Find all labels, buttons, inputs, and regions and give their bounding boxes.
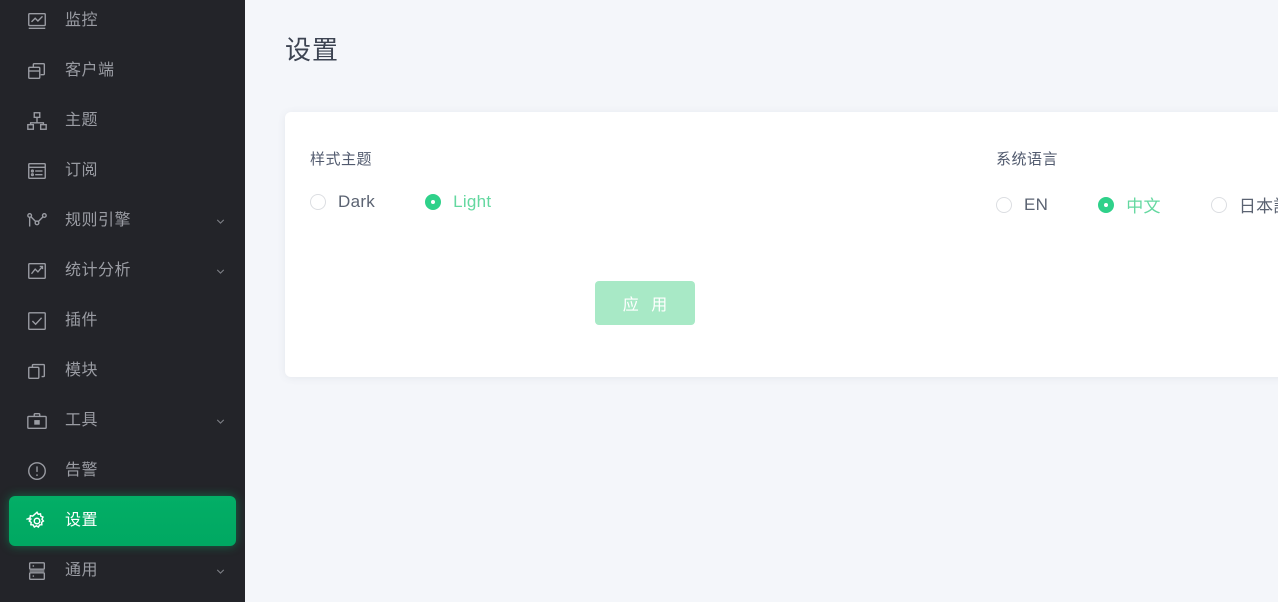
sidebar-item-1[interactable]: 监控 <box>0 0 245 46</box>
rule-engine-icon <box>26 210 48 232</box>
sidebar-item-12[interactable]: 通用 <box>0 546 245 596</box>
theme-radio-light[interactable]: Light <box>425 192 491 212</box>
main-content: 设置 样式主题 Dark Light 系统语言 EN 中文 日本語 应 用 <box>245 0 1278 602</box>
theme-radio-label: Dark <box>338 192 376 211</box>
theme-radio-label: Light <box>453 192 492 211</box>
radio-indicator-icon[interactable] <box>1098 196 1115 213</box>
sidebar-item-2[interactable]: 客户端 <box>0 46 245 96</box>
radio-indicator-icon[interactable] <box>425 194 442 210</box>
sidebar-item-3[interactable]: 主题 <box>0 96 245 146</box>
monitor-icon <box>26 10 48 32</box>
language-radio-label: 中文 <box>1126 197 1161 216</box>
subscription-icon <box>26 160 48 182</box>
plugins-icon <box>26 310 48 332</box>
sidebar-item-label: 客户端 <box>65 62 115 79</box>
apply-button[interactable]: 应 用 <box>595 281 695 325</box>
sidebar-item-label: 统计分析 <box>65 262 132 279</box>
language-radio-label: EN <box>1024 194 1049 214</box>
chevron-down-icon[interactable] <box>213 414 227 428</box>
topics-icon <box>26 110 48 132</box>
sidebar-item-9[interactable]: 工具 <box>0 396 245 446</box>
settings-row: 样式主题 Dark Light 系统语言 EN 中文 日本語 <box>285 112 1278 217</box>
settings-card: 样式主题 Dark Light 系统语言 EN 中文 日本語 应 用 <box>285 112 1278 377</box>
language-setting-group: 系统语言 EN 中文 日本語 <box>996 148 1278 217</box>
sidebar-item-label: 设置 <box>65 512 99 529</box>
sidebar-item-label: 监控 <box>65 12 99 29</box>
gear-icon <box>26 510 48 532</box>
language-radio-ja[interactable]: 日本語 <box>1210 192 1278 217</box>
sidebar-item-7[interactable]: 插件 <box>0 296 245 346</box>
language-label: 系统语言 <box>996 151 1059 168</box>
sidebar-item-4[interactable]: 订阅 <box>0 146 245 196</box>
analytics-icon <box>26 260 48 282</box>
language-radio-en[interactable]: EN <box>996 195 1048 215</box>
sidebar-item-label: 模块 <box>65 362 99 379</box>
theme-setting-group: 样式主题 Dark Light <box>310 148 996 217</box>
sidebar-item-5[interactable]: 规则引擎 <box>0 196 245 246</box>
app-root: 监控 客户端 主题 订阅 规则引擎 统计分析 插件 模块 工具 告警 设置 通用 设置 样式主题 Da… <box>0 0 1278 602</box>
sidebar-item-label: 通用 <box>65 562 99 579</box>
language-radio-group[interactable]: EN 中文 日本語 <box>996 192 1278 217</box>
alert-icon <box>26 460 48 482</box>
radio-indicator-icon[interactable] <box>1210 196 1227 213</box>
theme-label: 样式主题 <box>310 151 373 168</box>
sidebar-item-label: 主题 <box>65 112 99 129</box>
sidebar: 监控客户端主题订阅规则引擎统计分析插件模块工具告警设置通用 <box>0 0 245 602</box>
chevron-down-icon[interactable] <box>213 214 227 228</box>
page-title: 设置 <box>285 35 340 65</box>
sidebar-item-6[interactable]: 统计分析 <box>0 246 245 296</box>
sidebar-item-label: 告警 <box>65 462 99 479</box>
general-icon <box>26 560 48 582</box>
theme-radio-group[interactable]: Dark Light <box>310 192 996 212</box>
sidebar-item-label: 规则引擎 <box>65 212 132 229</box>
modules-icon <box>26 360 48 382</box>
sidebar-item-label: 工具 <box>65 412 99 429</box>
language-radio-label: 日本語 <box>1238 197 1278 216</box>
sidebar-item-label: 订阅 <box>65 162 99 179</box>
clients-icon <box>26 60 48 82</box>
radio-indicator-icon[interactable] <box>310 194 326 210</box>
sidebar-item-8[interactable]: 模块 <box>0 346 245 396</box>
sidebar-item-label: 插件 <box>65 312 99 329</box>
chevron-down-icon[interactable] <box>213 264 227 278</box>
settings-card-inner: 样式主题 Dark Light 系统语言 EN 中文 日本語 应 用 <box>285 112 1278 377</box>
chevron-down-icon[interactable] <box>213 564 227 578</box>
radio-indicator-icon[interactable] <box>996 196 1012 213</box>
sidebar-item-11[interactable]: 设置 <box>9 496 236 546</box>
language-radio-zh[interactable]: 中文 <box>1098 192 1161 217</box>
tools-icon <box>26 410 48 432</box>
theme-radio-dark[interactable]: Dark <box>310 192 375 212</box>
sidebar-nav-list: 监控客户端主题订阅规则引擎统计分析插件模块工具告警设置通用 <box>0 0 245 596</box>
sidebar-item-10[interactable]: 告警 <box>0 446 245 496</box>
